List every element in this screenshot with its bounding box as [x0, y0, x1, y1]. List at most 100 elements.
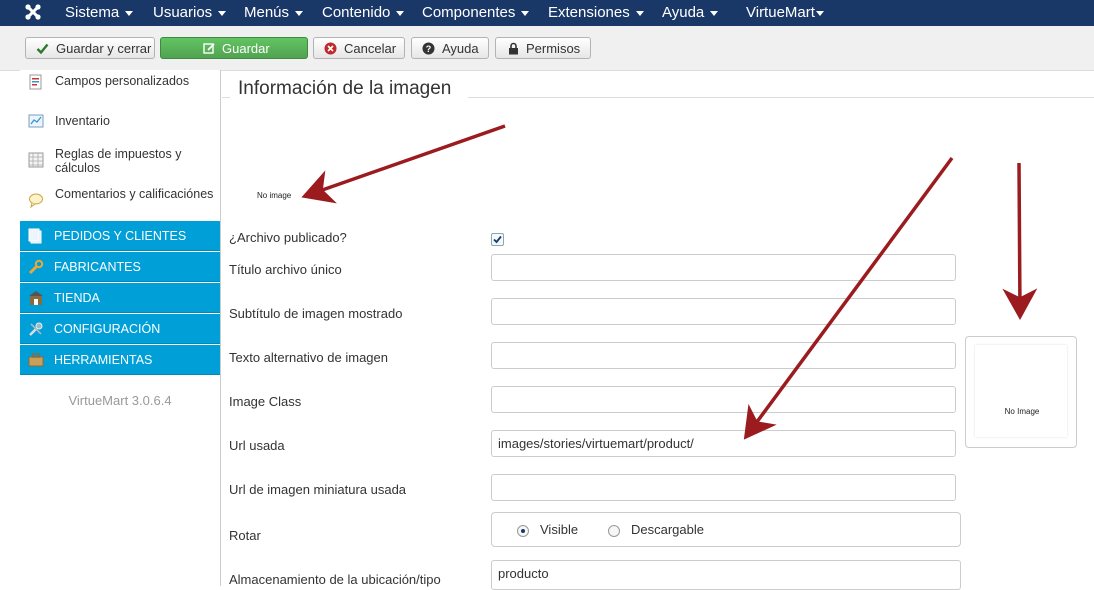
- sidebar-section-label: PEDIDOS Y CLIENTES: [54, 229, 187, 243]
- sidebar-item-custom-fields[interactable]: Campos personalizados: [20, 73, 220, 103]
- image-alt-label: Texto alternativo de imagen: [229, 350, 388, 365]
- image-subtitle-input[interactable]: [491, 298, 956, 325]
- sidebar-item-label: Comentarios y calificaciónes: [55, 187, 214, 201]
- sidebar: Campos personalizados Inventario Reglas …: [20, 70, 220, 586]
- sidebar-section-configuration[interactable]: CONFIGURACIÓN: [20, 314, 220, 344]
- tools-icon: [28, 353, 44, 367]
- question-circle-icon: ?: [422, 42, 435, 55]
- checkmark-icon: [493, 235, 502, 244]
- help-button[interactable]: ? Ayuda: [411, 37, 489, 59]
- radio-downloadable-label: Descargable: [631, 522, 704, 537]
- thumbnail-url-label: Url de imagen miniatura usada: [229, 482, 407, 497]
- published-label: ¿Archivo publicado?: [229, 230, 347, 245]
- caret-down-icon: [125, 10, 134, 16]
- fieldset-border-left: [222, 97, 230, 98]
- top-navigation-bar: Sistema Usuarios Menús Contenido Compone…: [0, 0, 1094, 26]
- store-icon: [29, 291, 43, 305]
- sidebar-item-comments[interactable]: Comentarios y calificaciónes: [20, 187, 220, 219]
- save-label: Guardar: [222, 41, 270, 56]
- menu-label: Extensiones: [548, 4, 630, 21]
- page-title: Información de la imagen: [238, 78, 452, 99]
- wrench-icon: [28, 259, 44, 275]
- permissions-button[interactable]: Permisos: [495, 37, 591, 59]
- menu-label: Contenido: [322, 4, 391, 21]
- save-button[interactable]: Guardar: [160, 37, 308, 59]
- sidebar-section-store[interactable]: TIENDA: [20, 283, 220, 313]
- sidebar-item-inventory[interactable]: Inventario: [20, 112, 220, 136]
- storage-location-label: Almacenamiento de la ubicación/tipo: [229, 572, 441, 587]
- sidebar-divider: [220, 70, 221, 586]
- annotation-arrow-3: [1002, 162, 1038, 320]
- custom-fields-icon: [29, 74, 42, 90]
- save-and-close-label: Guardar y cerrar: [56, 41, 152, 56]
- annotation-arrow-1: [301, 124, 506, 204]
- thumbnail-frame: [975, 345, 1067, 437]
- menu-usuarios[interactable]: Usuarios: [153, 0, 227, 26]
- role-radio-group: Visible Descargable: [491, 512, 961, 547]
- menu-label: Sistema: [65, 4, 120, 21]
- menu-extensiones[interactable]: Extensiones: [548, 0, 644, 26]
- lock-icon: [509, 42, 518, 55]
- cancel-circle-icon: [324, 42, 337, 55]
- thumbnail-preview: No Image: [965, 336, 1077, 448]
- caret-down-icon: [218, 10, 227, 16]
- menu-label: Componentes: [422, 4, 516, 21]
- thumbnail-placeholder-text: No Image: [1004, 407, 1040, 416]
- radio-downloadable[interactable]: [608, 525, 620, 537]
- checkmark-icon: [36, 43, 49, 55]
- permissions-label: Permisos: [526, 41, 581, 56]
- sidebar-section-label: FABRICANTES: [54, 260, 141, 274]
- radio-visible-label: Visible: [540, 522, 579, 537]
- joomla-logo-icon[interactable]: [24, 3, 42, 21]
- caret-down-icon: [295, 10, 304, 16]
- sidebar-item-label: Reglas de impuestos y cálculos: [55, 147, 182, 175]
- published-checkbox[interactable]: [491, 233, 504, 246]
- menu-menus[interactable]: Menús: [244, 0, 304, 26]
- file-title-input[interactable]: [491, 254, 956, 281]
- caret-down-icon: [396, 10, 405, 16]
- sidebar-section-label: CONFIGURACIÓN: [54, 322, 161, 336]
- fieldset-border: [468, 97, 1094, 98]
- menu-ayuda[interactable]: Ayuda: [662, 0, 719, 26]
- svg-text:?: ?: [426, 44, 432, 54]
- image-subtitle-label: Subtítulo de imagen mostrado: [229, 306, 403, 321]
- menu-label: VirtueMart: [746, 4, 815, 21]
- toolbar: Guardar y cerrar Guardar Cancelar ? Ayud…: [0, 26, 1094, 71]
- image-class-input[interactable]: [491, 386, 956, 413]
- sidebar-section-tools[interactable]: HERRAMIENTAS: [20, 345, 220, 375]
- image-class-label: Image Class: [229, 394, 302, 409]
- menu-contenido[interactable]: Contenido: [322, 0, 405, 26]
- cancel-button[interactable]: Cancelar: [313, 37, 405, 59]
- save-and-close-button[interactable]: Guardar y cerrar: [25, 37, 155, 59]
- edit-icon: [203, 43, 215, 54]
- sidebar-section-orders[interactable]: PEDIDOS Y CLIENTES: [20, 221, 220, 251]
- file-title-label: Título archivo único: [229, 262, 342, 277]
- url-label: Url usada: [229, 438, 285, 453]
- menu-label: Ayuda: [662, 4, 705, 21]
- sidebar-section-label: TIENDA: [54, 291, 100, 305]
- orders-icon: [28, 228, 42, 244]
- tax-rules-icon: [28, 152, 44, 168]
- menu-label: Usuarios: [153, 4, 213, 21]
- comments-icon: [29, 193, 43, 208]
- radio-visible[interactable]: [517, 525, 529, 537]
- menu-sistema[interactable]: Sistema: [65, 0, 134, 26]
- virtuemart-version: VirtueMart 3.0.6.4: [68, 393, 172, 408]
- menu-componentes[interactable]: Componentes: [422, 0, 530, 26]
- sidebar-section-label: HERRAMIENTAS: [54, 353, 153, 367]
- image-preview-placeholder: No image: [257, 191, 292, 200]
- caret-down-icon: [521, 10, 530, 16]
- caret-down-icon: [635, 10, 644, 16]
- sidebar-section-manufacturers[interactable]: FABRICANTES: [20, 252, 220, 282]
- menu-virtuemart[interactable]: VirtueMart: [746, 0, 824, 26]
- url-input[interactable]: images/stories/virtuemart/product/: [491, 430, 956, 457]
- cancel-label: Cancelar: [344, 41, 397, 56]
- inventory-icon: [28, 114, 44, 128]
- sidebar-item-label: Inventario: [55, 114, 110, 128]
- thumbnail-url-input[interactable]: [491, 474, 956, 501]
- config-icon: [29, 322, 43, 336]
- menu-label: Menús: [244, 4, 290, 21]
- help-label: Ayuda: [442, 41, 479, 56]
- sidebar-item-tax-rules[interactable]: Reglas de impuestos y cálculos: [20, 147, 220, 179]
- image-alt-input[interactable]: [491, 342, 956, 369]
